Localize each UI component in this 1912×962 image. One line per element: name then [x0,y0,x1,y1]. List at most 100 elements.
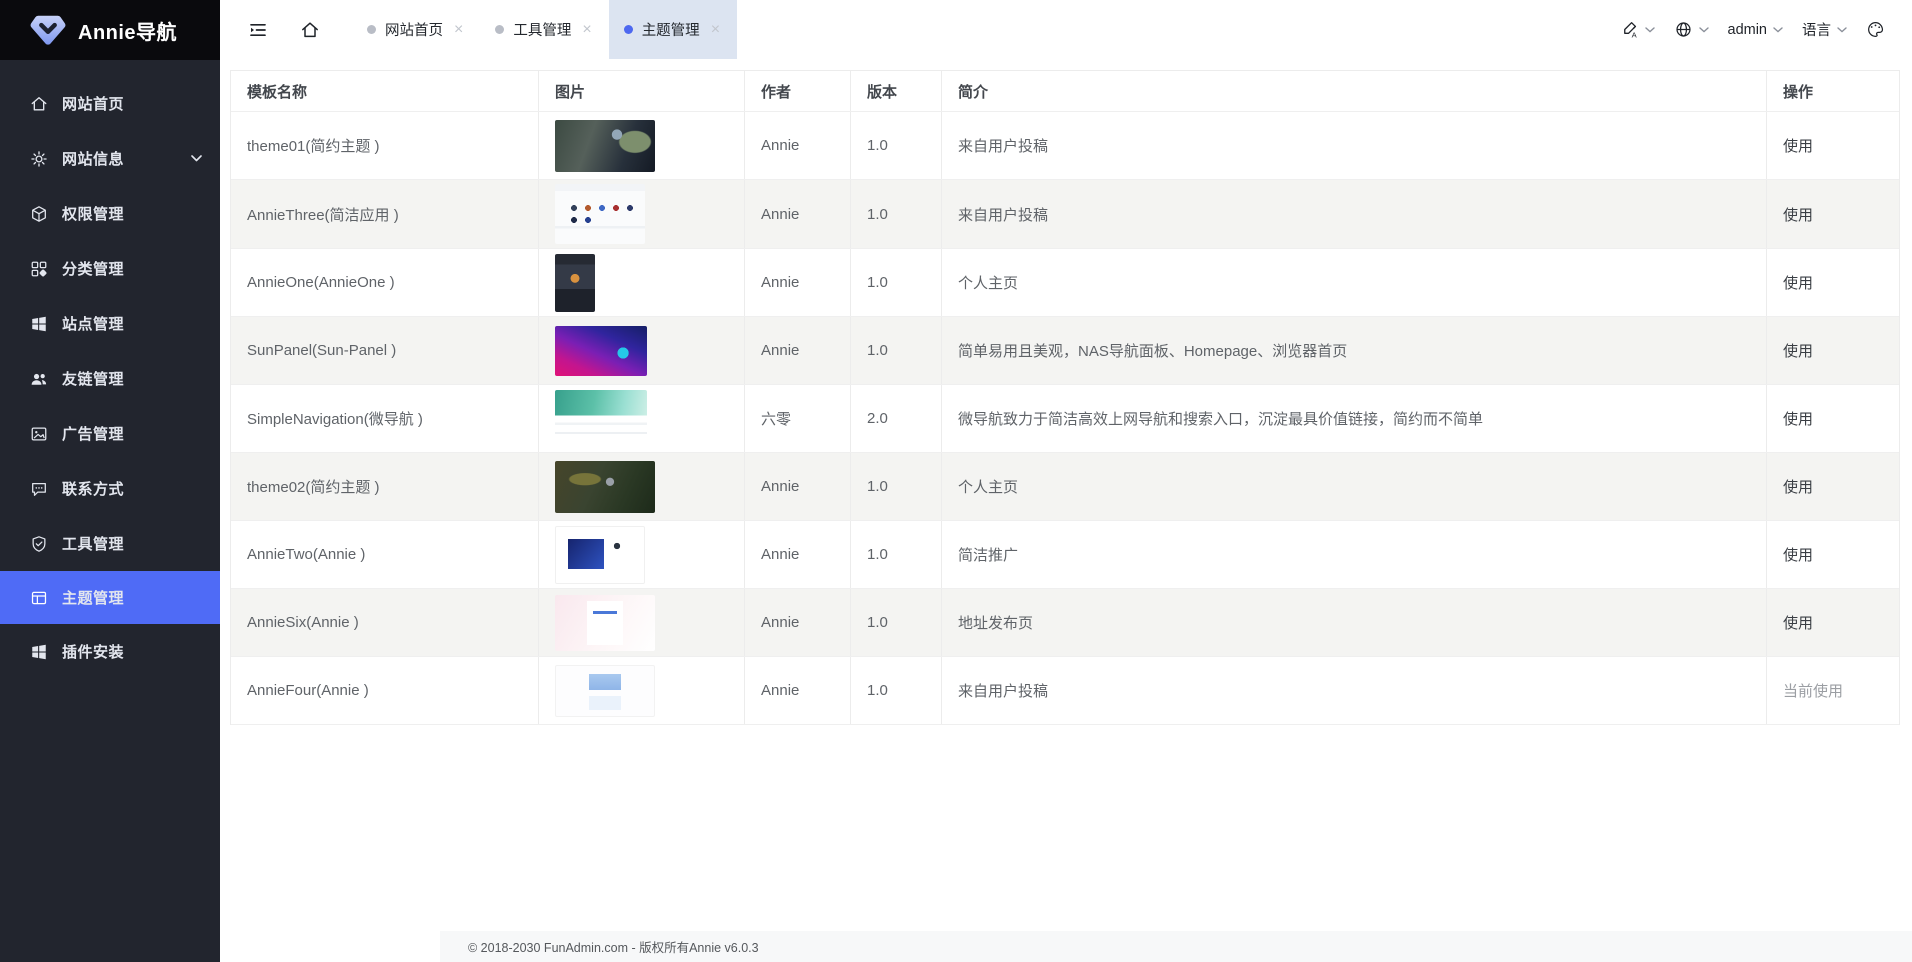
use-button[interactable]: 使用 [1783,612,1813,633]
template-name: AnnieFour(Annie ) [231,657,539,724]
column-header-description: 简介 [942,71,1767,111]
plugin-icon [30,643,48,661]
template-author: Annie [745,521,851,588]
tab-site-home[interactable]: 网站首页 × [352,0,480,59]
template-image-cell [539,112,745,179]
template-version: 1.0 [851,453,942,520]
template-thumbnail[interactable] [555,665,655,717]
template-image-cell [539,589,745,656]
sidebar-item-sites[interactable]: 站点管理 [0,296,220,351]
use-button[interactable]: 使用 [1783,272,1813,293]
sidebar-item-tools[interactable]: 工具管理 [0,516,220,571]
sidebar-item-friend-links[interactable]: 友链管理 [0,351,220,406]
table-row: AnnieThree(简洁应用 ) Annie 1.0 来自用户投稿 使用 [231,180,1899,249]
template-description: 来自用户投稿 [942,112,1767,179]
template-image-cell [539,317,745,384]
tab-tools[interactable]: 工具管理 × [480,0,608,59]
language-dropdown[interactable]: 语言 [1797,19,1852,40]
user-name: admin [1728,22,1768,38]
table-row: AnnieOne(AnnieOne ) Annie 1.0 个人主页 使用 [231,249,1899,317]
template-thumbnail[interactable] [555,326,647,376]
sidebar-item-categories[interactable]: 分类管理 [0,241,220,296]
template-description: 微导航致力于简洁高效上网导航和搜索入口，沉淀最具价值链接，简约而不简单 [942,385,1767,452]
sidebar-menu: 网站首页 网站信息 权限管理 [0,60,220,679]
user-dropdown[interactable]: admin [1723,22,1789,38]
close-icon[interactable]: × [709,20,722,40]
globe-dropdown[interactable] [1669,20,1714,39]
template-author: Annie [745,453,851,520]
svg-text:A: A [1631,30,1637,39]
sidebar-item-plugins[interactable]: 插件安装 [0,624,220,679]
sidebar-item-permissions[interactable]: 权限管理 [0,186,220,241]
sidebar-item-label: 站点管理 [62,313,124,334]
sidebar-item-site-home[interactable]: 网站首页 [0,76,220,131]
template-author: 六零 [745,385,851,452]
use-button[interactable]: 使用 [1783,135,1813,156]
template-author: Annie [745,112,851,179]
cube-icon [30,205,48,223]
globe-icon [1674,20,1693,39]
table-row: AnnieFour(Annie ) Annie 1.0 来自用户投稿 当前使用 [231,657,1899,725]
template-thumbnail[interactable] [555,390,647,448]
template-image-cell [539,385,745,452]
tab-label: 网站首页 [385,19,443,40]
close-icon[interactable]: × [580,20,593,40]
sidebar-collapse-button[interactable] [232,0,284,59]
template-thumbnail[interactable] [555,526,645,584]
sidebar: Annie导航 网站首页 网站信息 [0,0,220,962]
logo[interactable]: Annie导航 [0,0,220,60]
home-icon[interactable] [284,0,336,59]
tab-label: 工具管理 [513,19,571,40]
template-version: 1.0 [851,521,942,588]
sidebar-item-ads[interactable]: 广告管理 [0,406,220,461]
template-thumbnail[interactable] [555,595,655,651]
template-description: 个人主页 [942,249,1767,316]
content: 模板名称 图片 作者 版本 简介 操作 theme01(简约主题 ) Annie… [220,59,1912,725]
close-icon[interactable]: × [452,20,465,40]
template-name: AnnieOne(AnnieOne ) [231,249,539,316]
use-button[interactable]: 使用 [1783,476,1813,497]
sidebar-item-site-info[interactable]: 网站信息 [0,131,220,186]
template-description: 简洁推广 [942,521,1767,588]
table-row: theme01(简约主题 ) Annie 1.0 来自用户投稿 使用 [231,112,1899,180]
chevron-down-icon [191,155,202,162]
table-row: SimpleNavigation(微导航 ) 六零 2.0 微导航致力于简洁高效… [231,385,1899,453]
logo-gem-icon [30,14,66,46]
clear-cache-dropdown[interactable]: A [1615,20,1660,39]
template-name: SimpleNavigation(微导航 ) [231,385,539,452]
use-button[interactable]: 使用 [1783,204,1813,225]
template-thumbnail[interactable] [555,120,655,172]
template-author: Annie [745,180,851,248]
chevron-down-icon [1837,27,1847,33]
table-row: AnnieTwo(Annie ) Annie 1.0 简洁推广 使用 [231,521,1899,589]
template-thumbnail[interactable] [555,184,645,244]
use-button[interactable]: 使用 [1783,340,1813,361]
sidebar-item-contact[interactable]: 联系方式 [0,461,220,516]
use-button[interactable]: 使用 [1783,544,1813,565]
template-thumbnail[interactable] [555,254,595,312]
gear-icon [30,150,48,168]
sidebar-item-label: 主题管理 [62,587,124,608]
template-version: 1.0 [851,180,942,248]
column-header-author: 作者 [745,71,851,111]
table-row: SunPanel(Sun-Panel ) Annie 1.0 简单易用且美观，N… [231,317,1899,385]
template-image-cell [539,657,745,724]
template-image-cell [539,453,745,520]
sidebar-item-label: 网站首页 [62,93,124,114]
category-icon [30,260,48,278]
template-version: 1.0 [851,112,942,179]
tab-themes[interactable]: 主题管理 × [609,0,737,59]
template-image-cell [539,521,745,588]
shield-check-icon [30,535,48,553]
contact-icon [30,480,48,498]
current-use-label: 当前使用 [1783,680,1843,701]
template-thumbnail[interactable] [555,461,655,513]
logo-text: Annie导航 [78,16,177,45]
column-header-version: 版本 [851,71,942,111]
use-button[interactable]: 使用 [1783,408,1813,429]
sidebar-item-label: 权限管理 [62,203,124,224]
theme-palette-button[interactable] [1861,20,1890,39]
sidebar-item-themes[interactable]: 主题管理 [0,571,220,624]
tab-dot-icon [495,25,504,34]
template-name: SunPanel(Sun-Panel ) [231,317,539,384]
